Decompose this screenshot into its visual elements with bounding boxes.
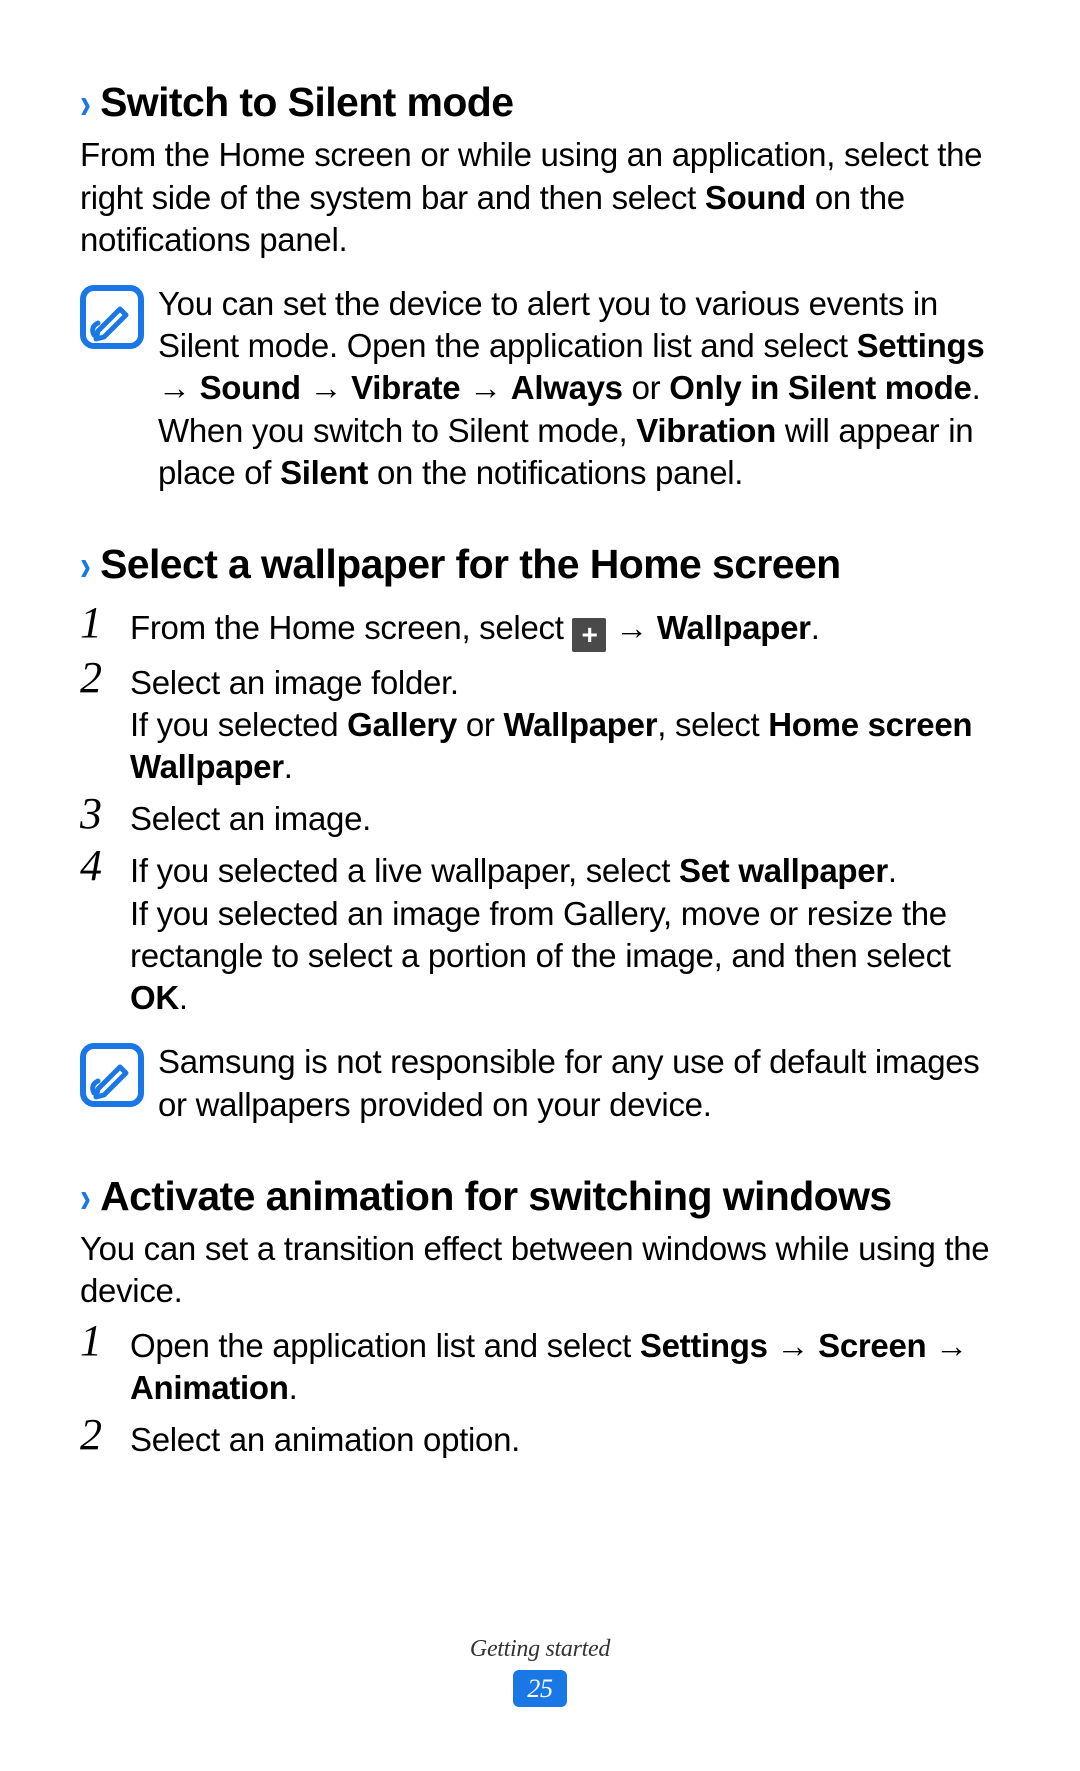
note-icon [80, 285, 144, 349]
chevron-icon: › [80, 538, 91, 594]
animation-intro: You can set a transition effect between … [80, 1228, 1000, 1312]
step-number: 2 [80, 656, 114, 700]
wallpaper-steps: 1 From the Home screen, select + → Wallpa… [80, 601, 1000, 1020]
note-silent: You can set the device to alert you to v… [80, 283, 1000, 494]
step-item: 3 Select an image. [80, 792, 1000, 840]
step-number: 1 [80, 1319, 114, 1363]
step-text: Open the application list and select Set… [130, 1319, 1000, 1409]
note-icon [80, 1043, 144, 1107]
note-wallpaper: Samsung is not responsible for any use o… [80, 1041, 1000, 1125]
step-number: 3 [80, 792, 114, 836]
step-item: 1 Open the application list and select Se… [80, 1319, 1000, 1409]
heading-text: Activate animation for switching windows [100, 1173, 892, 1219]
heading-animation: ›Activate animation for switching window… [80, 1170, 1000, 1226]
heading-text: Select a wallpaper for the Home screen [100, 541, 841, 587]
page-footer: Getting started 25 [0, 1634, 1080, 1707]
step-item: 4 If you selected a live wallpaper, selec… [80, 844, 1000, 1019]
step-item: 1 From the Home screen, select + → Wallpa… [80, 601, 1000, 652]
chevron-icon: › [80, 76, 91, 132]
pencil-note-icon [86, 291, 138, 343]
chevron-icon: › [80, 1170, 91, 1226]
step-text: Select an image. [130, 792, 1000, 840]
step-text: From the Home screen, select + → Wallpap… [130, 601, 1000, 652]
step-number: 4 [80, 844, 114, 888]
step-text: If you selected a live wallpaper, select… [130, 844, 1000, 1019]
heading-text: Switch to Silent mode [100, 79, 513, 125]
step-item: 2 Select an animation option. [80, 1413, 1000, 1461]
footer-section-label: Getting started [0, 1634, 1080, 1665]
animation-steps: 1 Open the application list and select Se… [80, 1319, 1000, 1462]
pencil-note-icon [86, 1049, 138, 1101]
note-wallpaper-text: Samsung is not responsible for any use o… [158, 1041, 1000, 1125]
plus-icon: + [572, 618, 606, 652]
page-number-badge: 25 [513, 1670, 566, 1707]
step-number: 2 [80, 1413, 114, 1457]
heading-silent-mode: ›Switch to Silent mode [80, 76, 1000, 132]
step-text: Select an image folder.If you selected G… [130, 656, 1000, 789]
step-item: 2 Select an image folder.If you selected … [80, 656, 1000, 789]
silent-intro: From the Home screen or while using an a… [80, 134, 1000, 261]
heading-wallpaper: ›Select a wallpaper for the Home screen [80, 538, 1000, 594]
note-silent-text: You can set the device to alert you to v… [158, 283, 1000, 494]
step-number: 1 [80, 601, 114, 645]
step-text: Select an animation option. [130, 1413, 1000, 1461]
